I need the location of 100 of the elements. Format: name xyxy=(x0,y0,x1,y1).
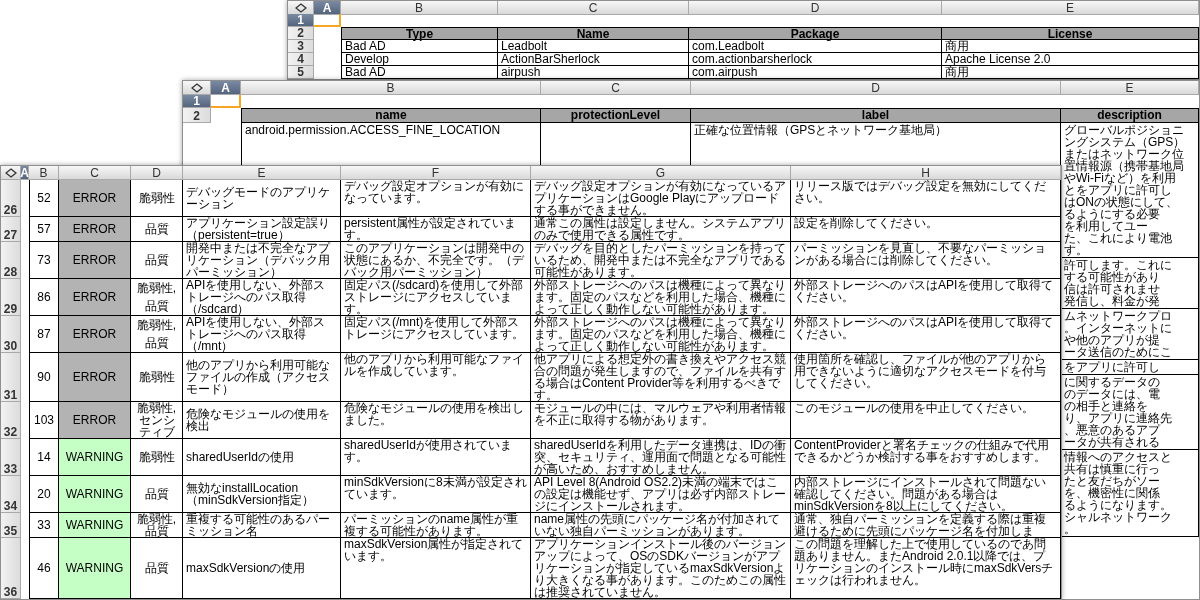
column-header[interactable]: F xyxy=(341,166,531,180)
row-header[interactable]: 5 xyxy=(288,66,314,79)
table-cell: sharedUserIdを利用したデータ連携は、IDの衝突、セキュリティ、運用面で問題となる可能性が高いため、おすすめしません。 xyxy=(531,439,791,476)
text-line: グローバルポジショニングシステム（GPS）またはネットワーク位置情報源（携帯基地局やWi-Fiなど）を利用 xyxy=(1064,124,1187,184)
row-header[interactable]: 31 xyxy=(1,353,21,402)
text-line: た、これにより電池 xyxy=(1064,232,1172,244)
row-header[interactable]: 35 xyxy=(1,513,21,538)
status-cell: WARNING xyxy=(59,476,131,513)
text-line: とをアプリに許可し xyxy=(1064,184,1172,196)
table-cell: パーミッションを見直し、不要なパーミッションがある場合には削除してください。 xyxy=(791,242,1061,279)
table-cell: 商用 xyxy=(942,40,1199,53)
table-header-cell: Type xyxy=(341,27,498,40)
table-cell: 外部ストレージへのパスはAPIを使用して取得てください。 xyxy=(791,279,1061,316)
category-label: センシティブ xyxy=(138,414,176,438)
table-cell: デバッグモードのアプリケーション xyxy=(183,180,341,217)
table-cell: リリース版ではデバッグ設定を無効にしてください。 xyxy=(791,180,1061,217)
text-line: はONの状態にして、 xyxy=(1064,196,1178,208)
table-cell: デバッグを目的としたパーミッションを持っているため、開発中または不完全なアプリである可能性があります。 xyxy=(531,242,791,279)
row-header[interactable]: 1 xyxy=(183,95,211,108)
column-header[interactable]: H xyxy=(791,166,1061,180)
table-cell: デバッグ設定オプションが有効になっているアプリケーションはGoogle Playにアップロードする事ができません。 xyxy=(531,180,791,217)
column-header[interactable]: B xyxy=(241,81,541,95)
row-header[interactable]: 3 xyxy=(288,40,314,53)
table-header-cell: Name xyxy=(498,27,689,40)
text-line: るようにする必要 xyxy=(1064,208,1160,220)
column-header[interactable]: A xyxy=(314,1,341,15)
text-line: 信は許可されませ xyxy=(1064,283,1160,295)
table-cell: name属性の先頭にパッケージ名が付加されていない独自パーミッションがあります。 xyxy=(531,513,791,538)
table-cell: 通常この属性は設定しません。システムアプリのみで使用できる属性です。 xyxy=(531,217,791,242)
column-header[interactable]: C xyxy=(541,81,691,95)
table-cell: 商用 xyxy=(942,66,1199,79)
table-header-cell: name xyxy=(241,108,541,123)
table-cell: アプリケーション設定誤り（persistent=true） xyxy=(183,217,341,242)
table-cell: 設定を削除してください。 xyxy=(791,217,1061,242)
text-line: 情報へのアクセスと xyxy=(1064,451,1172,463)
category-label: 脆弱性 xyxy=(138,192,175,204)
category-label: 品質 xyxy=(144,525,169,537)
column-header[interactable]: B xyxy=(341,1,498,15)
row-header[interactable]: 27 xyxy=(1,217,21,242)
category-label: 品質 xyxy=(144,488,169,500)
status-cell: WARNING xyxy=(59,439,131,476)
column-header[interactable]: G xyxy=(531,166,791,180)
row-header[interactable]: 32 xyxy=(1,402,21,439)
status-cell: ERROR xyxy=(59,353,131,402)
table-cell: minSdkVersionに8未満が設定されています。 xyxy=(341,476,531,513)
text-line: たと友だちがソー xyxy=(1064,475,1160,487)
table-header-cell: License xyxy=(942,27,1199,40)
row-header[interactable]: 2 xyxy=(183,108,211,123)
column-header[interactable]: E xyxy=(183,166,341,180)
row-header[interactable]: 33 xyxy=(1,439,21,476)
status-cell: ERROR xyxy=(59,217,131,242)
column-header[interactable]: D xyxy=(691,81,1061,95)
status-cell: WARNING xyxy=(59,513,131,538)
row-header[interactable]: 4 xyxy=(288,53,314,66)
row-header[interactable]: 26 xyxy=(1,180,21,217)
select-all-icon[interactable] xyxy=(4,167,17,178)
column-header[interactable]: D xyxy=(689,1,942,15)
status-cell: ERROR xyxy=(59,242,131,279)
column-header[interactable]: E xyxy=(942,1,1199,15)
selected-cell[interactable] xyxy=(211,95,241,108)
table-cell: 外部ストレージへのパスは機種によって異なります。固定のパスなどを利用した場合、機種によって正しく動作しない可能性があります。 xyxy=(531,279,791,316)
text-line: のデータには、電 xyxy=(1064,388,1160,400)
column-header[interactable]: A xyxy=(211,81,241,95)
table-cell: この問題を理解した上で使用しているのであ問題ありません。またAndroid 2.0.1以降では、プリケーションのインストール時にmaxSdkVersチェックは行われません。 xyxy=(791,538,1061,599)
row-header[interactable]: 34 xyxy=(1,476,21,513)
text-line: をアプリに許可し xyxy=(1064,361,1160,373)
text-line: や他のアプリが提 xyxy=(1064,334,1160,346)
row-header[interactable]: 1 xyxy=(288,14,314,27)
table-cell: sharedUserIdが使用されています。 xyxy=(341,439,531,476)
category-label: 脆弱性, xyxy=(136,402,177,414)
column-header[interactable]: D xyxy=(131,166,183,180)
row-header[interactable]: 29 xyxy=(1,279,21,316)
select-all-icon[interactable] xyxy=(190,82,203,93)
text-line: 共有は慎重に行っ xyxy=(1064,463,1160,475)
text-line: シャルネットワーク xyxy=(1064,511,1172,523)
category-label: 脆弱性, xyxy=(136,513,177,525)
table-cell: アプリケーションインストール後のバージョンアップによって、OSのSDKバージョンがアプリケーションが指定しているmaxSdkVersionより大きくなる事があります。このためこの属性は推奨されていません。 xyxy=(531,538,791,599)
table-cell: 無効なinstallLocation（minSdkVersion指定） xyxy=(183,476,341,513)
text-line: ムネットワークプロ xyxy=(1064,310,1172,322)
status-cell: ERROR xyxy=(59,279,131,316)
column-header[interactable]: C xyxy=(59,166,131,180)
table-header-cell: label xyxy=(691,108,1061,123)
table-cell: maxSdkVersion属性が指定されています。 xyxy=(341,538,531,599)
column-header[interactable]: C xyxy=(498,1,689,15)
select-all-icon[interactable] xyxy=(294,2,307,13)
text-line: の相手と連絡を xyxy=(1064,400,1148,412)
table-cell: 重複する可能性のあるパーミッション名 xyxy=(183,513,341,538)
column-header[interactable]: E xyxy=(1061,81,1199,95)
table-cell: 固定パス(/mnt)を使用して外部ストレージにアクセスしています。 xyxy=(341,316,531,353)
row-header[interactable]: 2 xyxy=(288,27,314,40)
category-label: 脆弱性, xyxy=(136,282,177,294)
category-label: 品質 xyxy=(144,300,169,312)
table-cell: airpush xyxy=(498,66,689,79)
table-cell: APIを使用しない、外部ストレージへのパス取得（/sdcard） xyxy=(183,279,341,316)
column-header[interactable]: B xyxy=(29,166,59,180)
row-header[interactable]: 28 xyxy=(1,242,21,279)
row-header[interactable]: 36 xyxy=(1,538,21,599)
row-header[interactable]: 30 xyxy=(1,316,21,353)
table-header-cell: Package xyxy=(689,27,942,40)
selected-cell[interactable] xyxy=(314,14,341,27)
